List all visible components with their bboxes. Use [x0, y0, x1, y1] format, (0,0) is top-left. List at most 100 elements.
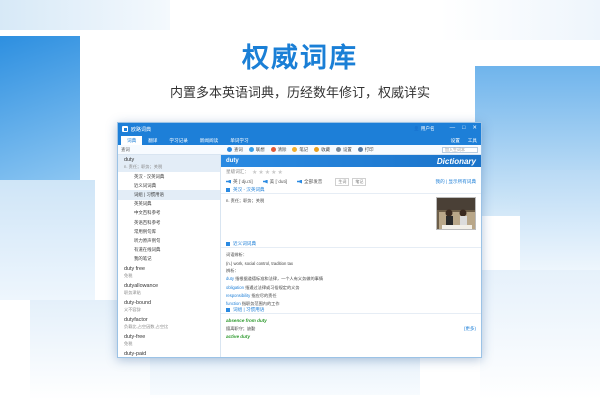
rating-label: 星级词汇：	[226, 169, 249, 174]
app-title: 欧路词典	[131, 126, 152, 133]
print-icon	[357, 147, 363, 152]
toolbar-label: 查词	[121, 146, 130, 152]
list-item-word: duty free	[124, 265, 145, 272]
toolbar-button-print[interactable]: 打印	[357, 147, 374, 153]
tab-history[interactable]: 学习记录	[163, 136, 193, 145]
list-item-def: 义不容辞	[124, 306, 141, 312]
tab-tools[interactable]: 工具	[464, 136, 481, 145]
speaker-icon	[226, 179, 231, 184]
new-word-button[interactable]: 生词	[335, 177, 350, 186]
toolbar-button-note[interactable]: 笔记	[292, 147, 308, 153]
sidebar-sub-item[interactable]: 听力原声例句	[118, 236, 220, 245]
pronunciation-us[interactable]: 美 [ˈduti]	[262, 178, 288, 185]
synonym-desc: 指应尽的责任	[251, 293, 277, 299]
user-account[interactable]: 👤 用户名	[414, 126, 435, 132]
list-item[interactable]: duty-bound 义不容辞	[118, 298, 220, 315]
toolbar: 查词 查词 联想 清除 笔记 收藏 设置 打印 加入生词本	[118, 145, 481, 155]
list-item[interactable]: duty-free 免税	[118, 332, 220, 349]
word-list-sidebar: duty n. 责任；职务；关税 英汉 - 汉英词典 近义词词典 词组 | 习惯…	[118, 155, 221, 357]
section-title: 词组 | 习惯用语	[233, 306, 265, 312]
list-item[interactable]: dutyallowance 职务津贴	[118, 281, 220, 298]
list-item-def: 免税	[124, 272, 133, 278]
wordbook-field[interactable]: 加入生词本	[442, 146, 478, 153]
section-header[interactable]: 词组 | 习惯用语	[221, 306, 481, 314]
pronunciation-text: 美 [ˈduti]	[269, 178, 288, 184]
toolbar-button-label: 笔记	[299, 146, 309, 152]
list-item-word: duty-paid	[124, 350, 147, 357]
tab-translate[interactable]: 翻译	[142, 136, 163, 145]
list-item[interactable]: duty free 免税	[118, 264, 220, 281]
speaker-icon	[297, 179, 303, 184]
decor-panel	[520, 170, 600, 270]
tab-news[interactable]: 新闻阅读	[194, 136, 224, 145]
toolbar-button-label: 收藏	[321, 146, 330, 152]
synonym-text: (n.) work, social control, tradition tax	[226, 260, 294, 266]
synonym-label: 辨析：	[226, 267, 239, 273]
word-header: duty Dictionary	[221, 155, 481, 167]
hero-subtitle: 内置多本英语词典，历经数年修订，权威详实	[169, 86, 430, 101]
toolbar-button-label: 查词	[234, 146, 243, 152]
synonym-desc: 指根据道德标准和法律，一个人有义务做的事情	[235, 276, 324, 282]
phrase-item[interactable]: active duty	[221, 332, 481, 341]
pronunciation-uk[interactable]: 英 [ˈdju:ti]	[226, 179, 253, 185]
section-title: 英汉 - 汉英词典	[233, 186, 265, 192]
sidebar-sub-item[interactable]: 我的笔记	[118, 255, 220, 264]
star-icon	[314, 147, 320, 152]
more-link[interactable]: (更多)	[464, 326, 476, 332]
list-item[interactable]: duty n. 责任；职务；关税	[118, 155, 220, 172]
synonym-line: responsibility 指应尽的责任	[221, 292, 481, 300]
sidebar-sub-item[interactable]: 常用例句库	[118, 227, 220, 236]
close-button[interactable]: ✕	[472, 126, 477, 132]
sidebar-sub-item[interactable]: 近义词词典	[118, 181, 220, 190]
sidebar-sub-item[interactable]: 英汉 - 汉英词典	[118, 172, 220, 181]
toolbar-button-clear[interactable]: 清除	[270, 147, 286, 153]
tab-word-study[interactable]: 单词学习	[224, 136, 254, 145]
all-pronunciations[interactable]: 全部发音	[297, 179, 322, 185]
app-logo-icon	[122, 126, 128, 132]
toolbar-button-search[interactable]: 查词	[227, 147, 243, 153]
decor-panel	[440, 0, 600, 40]
star-rating: ★★★★★	[251, 169, 284, 176]
note-button[interactable]: 笔记	[352, 177, 367, 186]
maximize-button[interactable]: □	[462, 126, 465, 132]
clear-icon	[270, 147, 276, 152]
list-item-def: 负载比,占空因数,占空比	[124, 323, 169, 329]
synonym-word: responsibility	[226, 293, 251, 299]
sidebar-sub-item[interactable]: 中文百科参考	[118, 209, 220, 218]
section-icon	[226, 307, 230, 312]
headword: duty	[226, 158, 239, 164]
synonym-line: duty 指根据道德标准和法律，一个人有义务做的事情	[221, 275, 481, 283]
sidebar-sub-item[interactable]: 词组 | 习惯用语	[118, 190, 220, 200]
main-tabs: 词典 翻译 学习记录 新闻阅读 单词学习 设置 工具	[118, 135, 481, 145]
decor-panel	[480, 270, 600, 400]
tab-dictionary[interactable]: 词典	[121, 136, 143, 145]
synonym-word: obligation	[226, 284, 244, 290]
section-header[interactable]: 英汉 - 汉英词典	[221, 186, 481, 194]
search-icon	[227, 147, 232, 152]
toolbar-button-link[interactable]: 联想	[248, 147, 265, 153]
section-icon	[226, 187, 230, 192]
toolbar-button-settings[interactable]: 设置	[335, 147, 352, 153]
sidebar-sub-item[interactable]: 英语百科参考	[118, 218, 220, 227]
definition-text: n. 责任；职务；关税	[226, 198, 265, 204]
app-window: 欧路词典 👤 用户名 — □ ✕ 词典 翻译 学习记录 新闻阅读 单词学习 设置…	[117, 122, 482, 358]
sidebar-sub-item[interactable]: 有道在线词典	[118, 246, 220, 255]
list-item-word: duty-bound	[124, 299, 151, 306]
list-item-word: dutyallowance	[124, 282, 159, 289]
tab-settings[interactable]: 设置	[447, 136, 464, 145]
list-item-word: duty-free	[124, 333, 146, 340]
section-title: 近义词词典	[233, 240, 256, 246]
minimize-button[interactable]: —	[450, 126, 456, 132]
section-header[interactable]: 近义词词典	[221, 240, 481, 248]
user-name: 用户名	[420, 126, 435, 131]
list-item[interactable]: duty-paid 已税	[118, 349, 220, 357]
decor-panel	[0, 0, 170, 30]
dictionary-brand: Dictionary	[436, 156, 476, 166]
toolbar-button-favorite[interactable]: 收藏	[314, 147, 330, 153]
list-item[interactable]: dutyfactor 负载比,占空因数,占空比	[118, 315, 220, 332]
hero-title: 权威词库	[242, 43, 358, 74]
note-icon	[292, 147, 298, 152]
sidebar-sub-item[interactable]: 英英词典	[118, 200, 220, 209]
link-icon	[248, 147, 254, 152]
show-all-dicts-link[interactable]: 我的 | 显示所有词典	[436, 179, 477, 185]
